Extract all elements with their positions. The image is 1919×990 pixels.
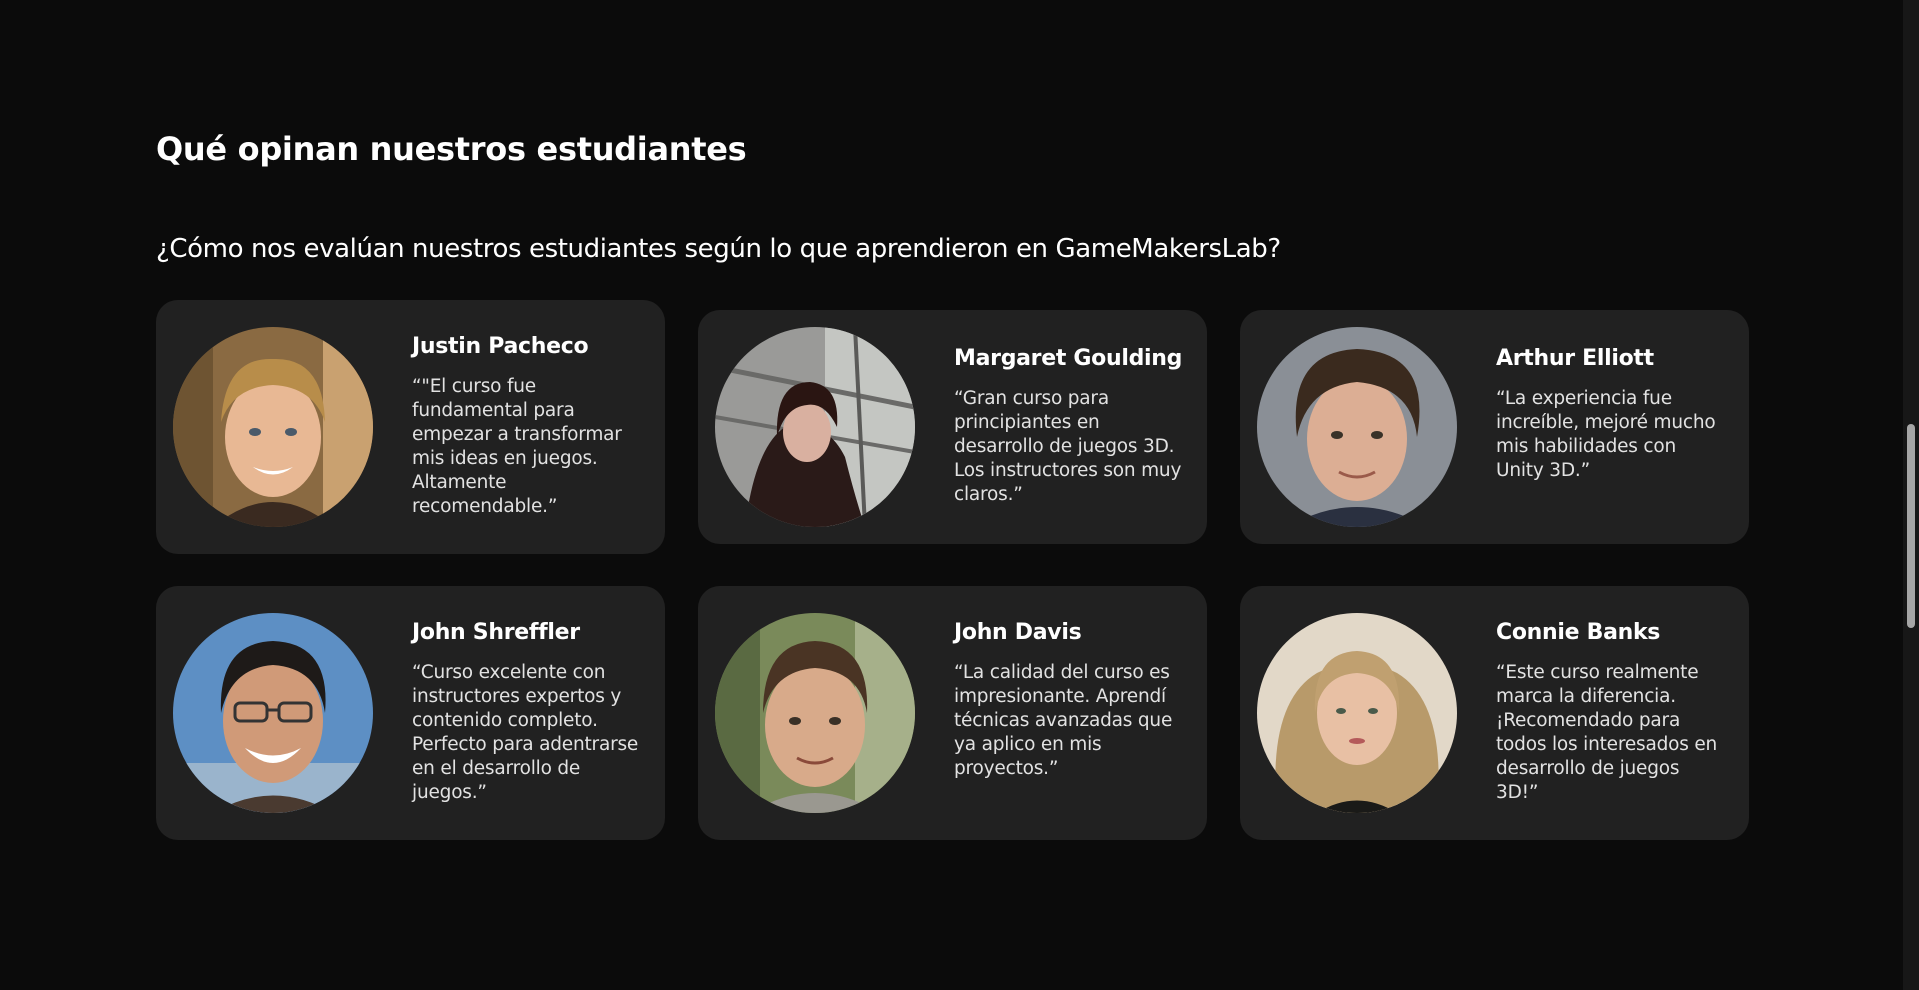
testimonial-card: John Shreffler “Curso excelente con inst… [156,586,665,840]
student-avatar [715,327,915,527]
student-avatar [1257,613,1457,813]
student-name: Margaret Goulding [954,346,1183,371]
student-quote: “"El curso fue fundamental para empezar … [412,376,622,517]
testimonial-card: Justin Pacheco “"El curso fue fundamenta… [156,300,665,554]
student-name: John Shreffler [412,620,580,645]
testimonial-card: Arthur Elliott “La experiencia fue incre… [1240,310,1749,544]
student-avatar [715,613,915,813]
student-quote: “La calidad del curso es impresionante. … [954,662,1173,779]
scrollbar-thumb[interactable] [1907,424,1915,628]
student-name: Arthur Elliott [1496,346,1654,371]
page-scrollbar[interactable] [1903,0,1919,990]
student-avatar [173,327,373,527]
student-photo-icon [715,613,915,813]
section-subtitle: ¿Cómo nos evalúan nuestros estudiantes s… [156,234,1281,264]
student-avatar [1257,327,1457,527]
student-quote: “Gran curso para principiantes en desarr… [954,388,1182,505]
student-quote: “Curso excelente con instructores expert… [412,662,639,803]
testimonials-page: Qué opinan nuestros estudiantes ¿Cómo no… [0,0,1919,990]
student-photo-icon [1257,613,1457,813]
testimonial-card: Margaret Goulding “Gran curso para princ… [698,310,1207,544]
section-title: Qué opinan nuestros estudiantes [156,130,747,168]
student-photo-icon [715,327,915,527]
testimonial-card: Connie Banks “Este curso realmente marca… [1240,586,1749,840]
student-name: Connie Banks [1496,620,1661,645]
student-name: John Davis [954,620,1082,645]
student-quote: “La experiencia fue increíble, mejoré mu… [1496,388,1716,481]
student-quote: “Este curso realmente marca la diferenci… [1496,662,1718,803]
student-photo-icon [173,613,373,813]
student-avatar [173,613,373,813]
student-name: Justin Pacheco [412,334,589,359]
student-photo-icon [1257,327,1457,527]
student-photo-icon [173,327,373,527]
testimonial-card: John Davis “La calidad del curso es impr… [698,586,1207,840]
